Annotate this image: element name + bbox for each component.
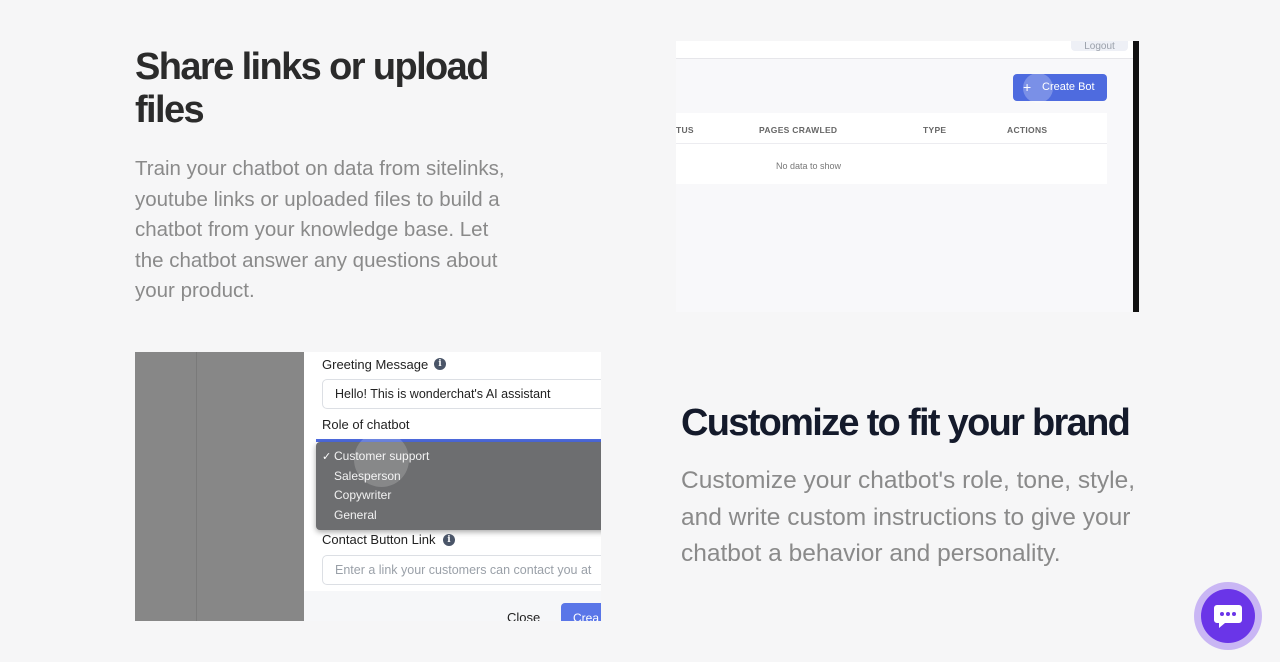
bots-table: TUS PAGES CRAWLED TYPE ACTIONS No data t… <box>676 113 1107 184</box>
modal-footer <box>304 591 601 621</box>
click-ripple <box>354 432 409 487</box>
empty-table-message: No data to show <box>776 161 842 171</box>
column-header-pages-crawled: PAGES CRAWLED <box>759 125 838 135</box>
checkmark-icon: ✓ <box>322 451 332 463</box>
info-icon: i <box>443 534 455 546</box>
modal-backdrop <box>135 352 304 621</box>
role-of-chatbot-label: Role of chatbot <box>322 417 410 432</box>
column-header-actions: ACTIONS <box>1007 125 1048 135</box>
column-header-status: TUS <box>676 125 694 135</box>
screenshot-frame-edge <box>1133 41 1139 312</box>
plus-icon: + <box>1023 79 1032 95</box>
logout-button[interactable]: Logout <box>1071 41 1128 52</box>
section-description-customize: Customize your chatbot's role, tone, sty… <box>681 467 1136 567</box>
section-title-share-links: Share links or upload files <box>135 46 489 131</box>
create-bot-label: Create Bot <box>1042 81 1095 93</box>
dashboard-topbar: Logout <box>676 41 1139 59</box>
greeting-message-label: Greeting Message <box>322 357 429 372</box>
contact-button-link-label: Contact Button Link <box>322 532 436 547</box>
section-description-share-links: Train your chatbot on data from sitelink… <box>135 157 505 302</box>
greeting-message-input[interactable]: Hello! This is wonderchat's AI assistant <box>322 379 601 409</box>
section-title-customize: Customize to fit your brand <box>681 402 1131 444</box>
dashboard-screenshot: Logout + Create Bot TUS PAGES CRAWLED TY… <box>676 41 1139 312</box>
close-button[interactable]: Close <box>507 610 540 621</box>
info-icon: i <box>434 358 446 370</box>
chat-widget-button[interactable] <box>1201 589 1255 643</box>
settings-screenshot: Greeting Message i Hello! This is wonder… <box>135 352 601 621</box>
column-header-type: TYPE <box>923 125 947 135</box>
chat-bubble-icon <box>1214 605 1242 628</box>
role-option-general[interactable]: General <box>334 508 377 522</box>
contact-link-input[interactable]: Enter a link your customers can contact … <box>322 555 601 585</box>
table-divider <box>676 143 1107 144</box>
role-option-copywriter[interactable]: Copywriter <box>334 488 391 502</box>
create-button[interactable]: Crea <box>561 603 601 621</box>
create-bot-button[interactable]: + Create Bot <box>1013 73 1107 103</box>
